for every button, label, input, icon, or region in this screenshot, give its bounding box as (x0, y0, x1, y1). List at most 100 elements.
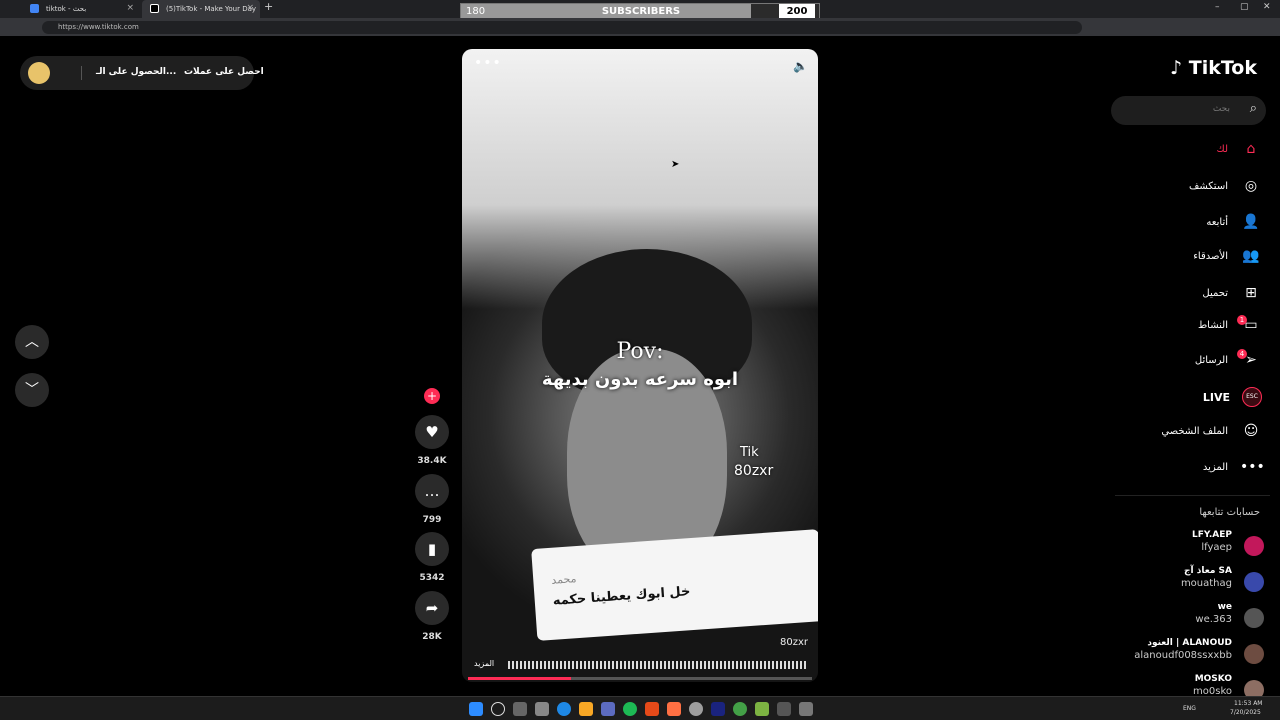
account-username: alanoudf008ssxxbb (1134, 650, 1232, 661)
spotify-icon[interactable] (623, 702, 637, 716)
sidebar-item-label: أتابعه (1206, 216, 1228, 228)
previous-video-button[interactable]: ︿ (15, 325, 49, 359)
watermark-user: 80zxr (734, 463, 774, 479)
get-coins-button[interactable]: احصل على عملات (184, 67, 264, 77)
following-account[interactable]: we we.363 (1114, 600, 1264, 634)
messages-badge: 4 (1237, 349, 1247, 359)
more-icon: ••• (1240, 459, 1265, 475)
sidebar-item-messages[interactable]: الرسائل ➢ (1195, 349, 1262, 371)
task-view-icon[interactable] (513, 702, 527, 716)
sidebar-item-profile[interactable]: الملف الشخصي ☺ (1161, 420, 1262, 442)
minimize-icon[interactable]: – (1215, 2, 1220, 12)
obs-icon[interactable] (689, 702, 703, 716)
save-count: 5342 (419, 573, 445, 583)
account-name: we (1217, 602, 1232, 612)
discord-icon[interactable] (601, 702, 615, 716)
close-tab-icon[interactable]: × (126, 3, 134, 13)
sidebar-item-label: النشاط (1197, 319, 1228, 331)
account-name: معاذ آج SA (1184, 566, 1232, 576)
following-account[interactable]: معاذ آج SA mouathag (1114, 564, 1264, 598)
clock-date[interactable]: 7/20/2025 (1230, 709, 1261, 716)
avatar (1244, 680, 1264, 696)
tiktok-favicon-icon (150, 4, 159, 13)
sidebar-item-label: الأصدقاء (1193, 250, 1228, 262)
app-icon[interactable] (667, 702, 681, 716)
whatsapp-icon[interactable] (733, 702, 747, 716)
show-more-link[interactable]: المزيد (474, 659, 494, 668)
sidebar-item-more[interactable]: المزيد ••• (1203, 456, 1265, 478)
friends-icon: 👥 (1242, 248, 1260, 264)
volume-icon[interactable]: 🔈 (793, 59, 808, 73)
search-icon: ⌕ (1249, 101, 1257, 116)
save-button[interactable]: ▮ (415, 532, 449, 566)
share-button[interactable]: ➦ (415, 591, 449, 625)
sidebar-item-activity[interactable]: النشاط ▭ (1198, 314, 1262, 336)
avatar (1244, 536, 1264, 556)
audio-waveform (508, 661, 808, 669)
windows-start-icon[interactable] (469, 702, 483, 716)
avatar (1244, 608, 1264, 628)
next-video-button[interactable]: ﹀ (15, 373, 49, 407)
video-progress-bar[interactable] (468, 677, 812, 680)
close-tab-icon[interactable]: × (246, 3, 254, 13)
app-icon[interactable] (755, 702, 769, 716)
following-account[interactable]: LFY.AEP lfyaep (1114, 528, 1264, 562)
app-icon[interactable] (799, 702, 813, 716)
following-account[interactable]: MOSKO mo0sko (1114, 672, 1264, 696)
bookmark-icon: ▮ (427, 540, 437, 558)
language-indicator[interactable]: ENG (1183, 705, 1196, 712)
video-player[interactable]: محمد خل ابوك يعطينا حكمه Pov: ابوه سرعه … (462, 49, 818, 682)
app-icon[interactable] (645, 702, 659, 716)
account-name: MOSKO (1194, 674, 1232, 684)
like-button[interactable]: ♥ (415, 415, 449, 449)
sidebar-item-label: LIVE (1202, 390, 1230, 404)
new-tab-button[interactable]: + (264, 0, 273, 13)
sidebar-item-friends[interactable]: الأصدقاء 👥 (1193, 245, 1262, 267)
sidebar-item-following[interactable]: أتابعه 👤 (1206, 211, 1262, 233)
tab-search[interactable]: tiktok - بحث × (22, 0, 140, 18)
card-quote: خل ابوك يعطينا حكمه (552, 584, 691, 609)
sidebar-item-label: الملف الشخصي (1161, 425, 1228, 437)
chevron-down-icon: ﹀ (25, 382, 39, 398)
sidebar-item-explore[interactable]: استكشف ◎ (1189, 175, 1262, 197)
sidebar-item-for-you[interactable]: لك ⌂ (1217, 138, 1262, 160)
watermark-tik: Tik (740, 445, 759, 460)
search-input[interactable]: بحث ⌕ (1111, 96, 1266, 125)
get-app-button[interactable]: الحصول على الـ... (96, 67, 176, 77)
folder-icon[interactable] (579, 702, 593, 716)
app-icon[interactable] (777, 702, 791, 716)
search-icon[interactable] (491, 702, 505, 716)
watermark-bottom: 80zxr (780, 637, 809, 648)
music-disc[interactable] (415, 649, 449, 683)
sidebar-item-live[interactable]: LIVE ESC (1203, 386, 1262, 408)
tab-label: (5)TikTok - Make Your Day (166, 5, 257, 13)
more-options-icon[interactable]: ••• (474, 55, 502, 71)
avatar[interactable] (28, 62, 50, 84)
edge-icon[interactable] (557, 702, 571, 716)
share-icon: ➦ (425, 599, 439, 617)
avatar (1244, 644, 1264, 664)
account-name: LFY.AEP (1191, 530, 1232, 540)
comment-count: 799 (422, 515, 442, 525)
store-icon[interactable] (535, 702, 549, 716)
video-progress-fill (468, 677, 572, 680)
subscriber-label: SUBSCRIBERS (601, 6, 681, 17)
tab-tiktok[interactable]: (5)TikTok - Make Your Day × (142, 0, 260, 18)
profile-icon: ☺ (1243, 423, 1259, 439)
maximize-icon[interactable]: ▢ (1240, 2, 1249, 12)
follow-plus-button[interactable]: + (424, 388, 440, 404)
comment-icon: … (424, 482, 440, 500)
following-header: حسابات تتابعها (1199, 507, 1260, 518)
close-window-icon[interactable]: ✕ (1263, 2, 1271, 12)
sidebar-item-upload[interactable]: تحميل ⊞ (1202, 282, 1262, 304)
account-username: mo0sko (1193, 686, 1232, 696)
comment-button[interactable]: … (415, 474, 449, 508)
mouse-cursor-icon: ➤ (671, 159, 680, 170)
promo-pill: الحصول على الـ... احصل على عملات (20, 56, 264, 90)
following-account[interactable]: العنود | ALANOUD alanoudf008ssxxbb (1114, 636, 1264, 670)
clock-time[interactable]: 11:53 AM (1234, 700, 1262, 707)
tiktok-logo[interactable]: ♪ TikTok (1170, 57, 1257, 79)
activity-badge: 1 (1237, 315, 1247, 325)
steam-icon[interactable] (711, 702, 725, 716)
url-field[interactable]: https://www.tiktok.com (42, 21, 1082, 34)
